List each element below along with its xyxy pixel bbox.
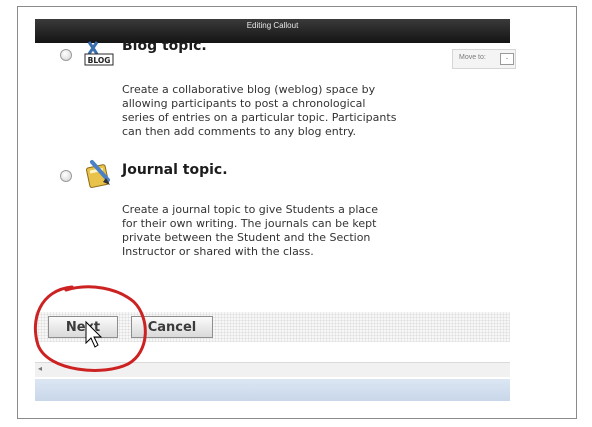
journal-topic-radio[interactable] (60, 170, 72, 182)
journal-desc-line: Instructor or shared with the class. (122, 245, 314, 258)
blog-topic-heading: Blog topic. (122, 38, 207, 54)
blog-desc-line: series of entries on a particular topic.… (122, 111, 397, 124)
journal-icon (86, 160, 110, 188)
blog-icon: BLOG (84, 41, 114, 66)
move-to-select[interactable]: - (500, 53, 514, 65)
journal-topic-heading: Journal topic. (122, 162, 228, 178)
next-button[interactable]: Next (48, 316, 118, 338)
journal-topic-description: Create a journal topic to give Students … (122, 203, 378, 259)
blog-desc-line: allowing participants to post a chronolo… (122, 97, 366, 110)
journal-desc-line: for their own writing. The journals can … (122, 217, 377, 230)
blog-icon-text: BLOG (88, 56, 111, 65)
window-title: Editing Callout (246, 21, 299, 30)
cancel-button[interactable]: Cancel (131, 316, 213, 338)
journal-desc-line: Create a journal topic to give Students … (122, 203, 378, 216)
blog-desc-line: can then add comments to any blog entry. (122, 125, 356, 138)
scroll-left-icon[interactable]: ◂ (38, 364, 42, 373)
blog-topic-radio[interactable] (60, 49, 72, 61)
move-to-label: Move to: (459, 54, 486, 61)
blog-desc-line: Create a collaborative blog (weblog) spa… (122, 83, 376, 96)
status-bar (35, 379, 510, 401)
horizontal-scrollbar[interactable]: ◂ (35, 362, 510, 377)
journal-desc-line: private between the Student and the Sect… (122, 231, 371, 244)
move-to-control[interactable]: Move to: - (452, 49, 516, 69)
blog-topic-description: Create a collaborative blog (weblog) spa… (122, 83, 396, 139)
